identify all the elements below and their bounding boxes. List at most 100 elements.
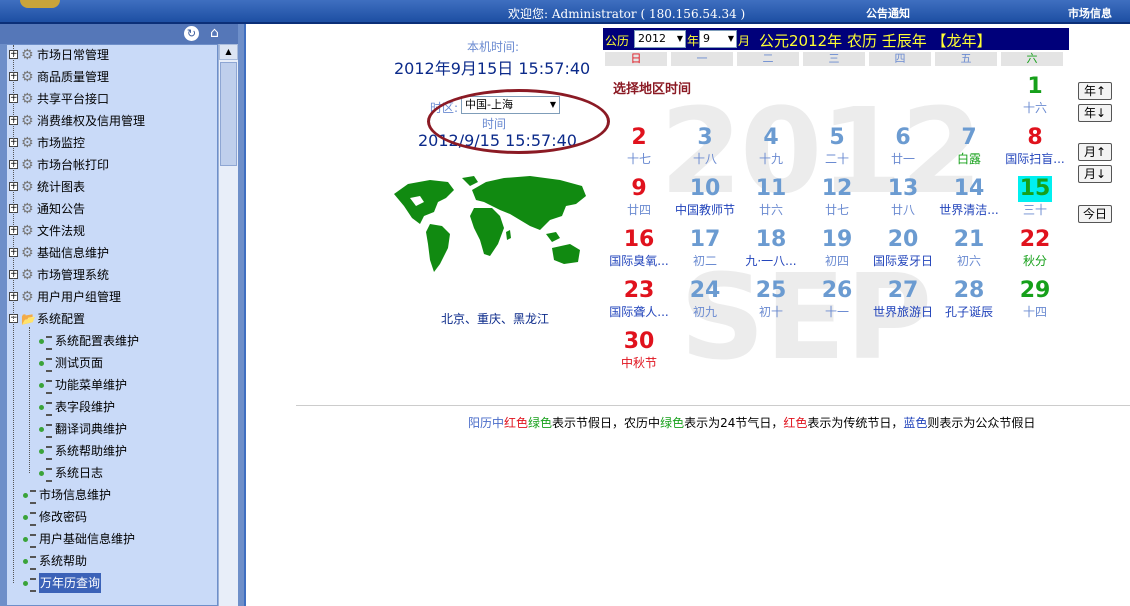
day-number-wrap: 21 — [936, 227, 1002, 253]
day-lunar-label: 世界清洁... — [939, 203, 999, 217]
calendar-day[interactable]: 18 九·一八... — [738, 227, 804, 269]
sidebar-scrollbar[interactable]: ▲ — [218, 44, 238, 606]
local-time-value: 2012年9月15日 15:57:40 — [394, 59, 591, 78]
calendar-day[interactable]: 17 初二 — [672, 227, 738, 269]
calendar-day[interactable]: 2 十七 — [606, 125, 672, 167]
calendar-day[interactable]: 10 中国教师节 — [672, 176, 738, 218]
calendar-day[interactable]: 13 廿八 — [870, 176, 936, 218]
day-number-wrap: 16 — [606, 227, 672, 253]
sidebar-subitem-label: 系统帮助维护 — [55, 444, 128, 458]
day-number-wrap: 25 — [738, 278, 804, 304]
day-number-wrap: 11 — [738, 176, 804, 202]
day-number: 14 — [953, 176, 985, 201]
calendar-day[interactable]: 4 十九 — [738, 125, 804, 167]
day-number-wrap: 24 — [672, 278, 738, 304]
calendar-day[interactable]: 26 十一 — [804, 278, 870, 320]
today-button[interactable]: 今日 — [1078, 205, 1112, 223]
day-number-wrap: 20 — [870, 227, 936, 253]
calendar-day[interactable]: 24 初九 — [672, 278, 738, 320]
calendar-day[interactable]: 20 国际爱牙日 — [870, 227, 936, 269]
calendar-day[interactable]: 1 十六 — [1002, 74, 1068, 116]
day-lunar-label: 十七 — [626, 152, 651, 166]
month-down-button[interactable]: 月↓ — [1078, 165, 1112, 183]
weekday-header: 二 — [737, 52, 799, 66]
day-number: 13 — [887, 176, 919, 201]
legend-part: 表示为24节气日， — [684, 416, 784, 430]
calendar-day[interactable]: 3 十八 — [672, 125, 738, 167]
sidebar-item-label: 修改密码 — [39, 510, 88, 524]
month-select[interactable]: 9 ▼ — [699, 30, 737, 48]
calendar-day[interactable]: 6 廿一 — [870, 125, 936, 167]
year-up-button[interactable]: 年↑ — [1078, 82, 1112, 100]
day-number-wrap: 27 — [870, 278, 936, 304]
notice-link[interactable]: 公告通知 — [866, 5, 910, 21]
calendar-day[interactable]: 21 初六 — [936, 227, 1002, 269]
legend-blue: 蓝色 — [903, 416, 928, 430]
sidebar-item-label: 用户基础信息维护 — [39, 532, 136, 546]
sidebar-item-label: 消费维权及信用管理 — [37, 114, 146, 128]
legend-part: 表示为传统节日， — [807, 416, 904, 430]
tree-guide-line — [29, 327, 30, 473]
refresh-icon[interactable]: ↻ — [184, 26, 199, 41]
sidebar-item-label: 通知公告 — [37, 202, 86, 216]
scroll-thumb[interactable] — [220, 62, 237, 166]
calendar-day[interactable]: 9 廿四 — [606, 176, 672, 218]
day-lunar-label: 世界旅游日 — [872, 305, 933, 319]
calendar-day[interactable]: 23 国际聋人... — [606, 278, 672, 320]
day-number: 24 — [689, 278, 721, 303]
sidebar-item-label: 基础信息维护 — [37, 246, 110, 260]
calendar-day[interactable]: 27 世界旅游日 — [870, 278, 936, 320]
home-icon[interactable]: ⌂ — [206, 25, 223, 42]
calendar-day[interactable]: 22 秋分 — [1002, 227, 1068, 269]
calendar-day[interactable]: 29 十四 — [1002, 278, 1068, 320]
day-lunar-label: 中秋节 — [620, 356, 657, 370]
calendar-day[interactable]: 19 初四 — [804, 227, 870, 269]
logo — [20, 0, 60, 8]
month-up-button[interactable]: 月↑ — [1078, 143, 1112, 161]
sidebar-item-label: 共享平台接口 — [37, 92, 110, 106]
calendar-day[interactable]: 7 白露 — [936, 125, 1002, 167]
calendar-day[interactable]: 30 中秋节 — [606, 329, 672, 371]
legend-red: 红色 — [504, 416, 529, 430]
document-icon — [23, 556, 37, 570]
calendar-day[interactable]: 16 国际臭氧... — [606, 227, 672, 269]
legend-part: 阳历中 — [468, 416, 505, 430]
day-lunar-label: 初十 — [758, 305, 783, 319]
day-number: 28 — [953, 278, 985, 303]
sidebar-subitem-label: 系统日志 — [55, 466, 104, 480]
day-lunar-label: 廿四 — [626, 203, 651, 217]
day-number: 1 — [1027, 74, 1043, 99]
calendar-day[interactable]: 14 世界清洁... — [936, 176, 1002, 218]
year-down-button[interactable]: 年↓ — [1078, 104, 1112, 122]
document-icon — [23, 512, 37, 526]
calendar-day[interactable]: 12 廿七 — [804, 176, 870, 218]
year-select[interactable]: 2012 ▼ — [634, 30, 686, 48]
world-map[interactable] — [390, 172, 590, 282]
calendar-day[interactable]: 25 初十 — [738, 278, 804, 320]
day-number-wrap: 6 — [870, 125, 936, 151]
day-number-wrap: 29 — [1002, 278, 1068, 304]
day-number-wrap: 7 — [936, 125, 1002, 151]
calendar-day[interactable]: 8 国际扫盲... — [1002, 125, 1068, 167]
day-number: 4 — [763, 125, 779, 150]
calendar-day[interactable]: 5 二十 — [804, 125, 870, 167]
scroll-up-arrow-icon[interactable]: ▲ — [219, 44, 238, 60]
day-lunar-label: 初六 — [956, 254, 981, 268]
sidebar-subitem-label: 测试页面 — [55, 356, 104, 370]
day-number: 10 — [689, 176, 721, 201]
day-lunar-label: 廿七 — [824, 203, 849, 217]
day-number-wrap: 12 — [804, 176, 870, 202]
gear-icon: ⚙ — [21, 91, 34, 107]
calendar-day[interactable]: 11 廿六 — [738, 176, 804, 218]
day-number-wrap: 18 — [738, 227, 804, 253]
sidebar-item-label: 市场信息维护 — [39, 488, 112, 502]
calendar-day[interactable]: 15 三十 — [1002, 176, 1068, 218]
market-info-link[interactable]: 市场信息 — [1068, 5, 1112, 21]
gear-icon: ⚙ — [21, 69, 34, 85]
weekday-row: 日一二三四五六 — [603, 52, 1069, 66]
day-lunar-label: 十一 — [824, 305, 849, 319]
gear-icon: ⚙ — [21, 135, 34, 151]
calendar-day[interactable]: 28 孔子诞辰 — [936, 278, 1002, 320]
document-icon — [23, 490, 37, 504]
sidebar-item-label: 商品质量管理 — [37, 70, 110, 84]
